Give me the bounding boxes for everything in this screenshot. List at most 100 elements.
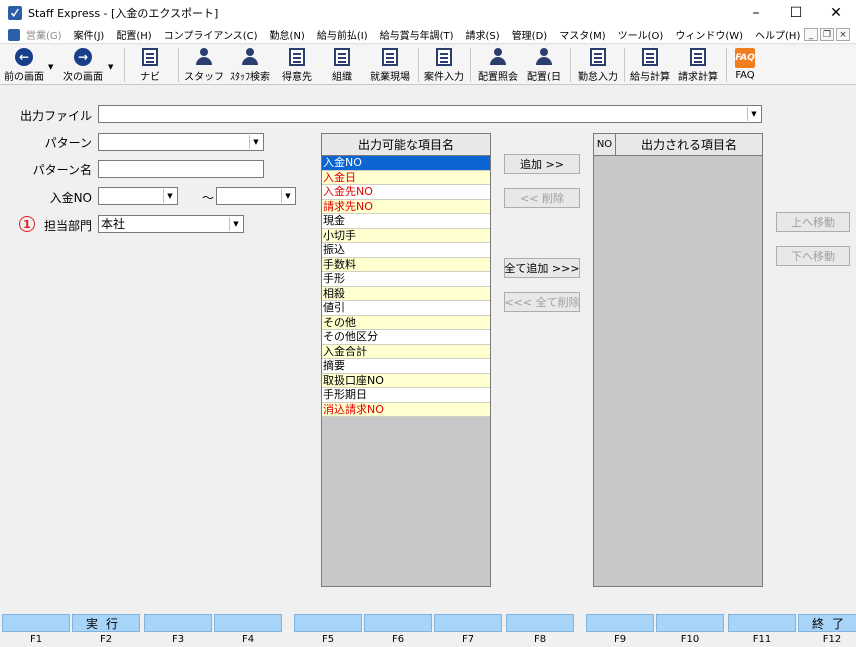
back-button[interactable]: ← 前の画面 [4, 47, 44, 83]
list-item[interactable]: 振込 [322, 243, 490, 258]
title-bar: Staff Express - [入金のエクスポート] – ☐ ✕ [0, 0, 856, 26]
deposit-no-to-combo[interactable]: ▼ [216, 187, 296, 205]
function-key-f5-button[interactable] [294, 614, 362, 632]
menu-item[interactable]: ヘルプ(H) [755, 27, 800, 42]
menu-item[interactable]: 給与前払(I) [317, 27, 368, 42]
list-item[interactable]: 入金先NO [322, 185, 490, 200]
output-items-list[interactable]: NO 出力される項目名 [593, 133, 763, 587]
list-item[interactable]: 小切手 [322, 228, 490, 243]
list-item[interactable]: 入金合計 [322, 344, 490, 359]
output-file-combo[interactable]: ▼ [98, 105, 762, 123]
function-key-label: F3 [171, 634, 185, 645]
chevron-down-icon[interactable]: ▼ [747, 107, 760, 121]
menu-item[interactable]: 勤怠(N) [270, 27, 305, 42]
move-down-button[interactable]: 下へ移動 [776, 246, 850, 266]
menu-item[interactable]: 請求(S) [466, 27, 500, 42]
list-item[interactable]: 消込請求NO [322, 402, 490, 417]
pattern-combo[interactable]: ▼ [98, 133, 264, 151]
client-button[interactable]: 得意先 [280, 47, 314, 83]
chevron-down-icon[interactable]: ▼ [163, 189, 176, 203]
list-item[interactable]: 現金 [322, 214, 490, 229]
menu-item[interactable]: 給与賞与年調(T) [380, 27, 454, 42]
menu-item[interactable]: コンプライアンス(C) [164, 27, 258, 42]
available-items-list[interactable]: 出力可能な項目名 入金NO 入金日 入金先NO 請求先NO 現金 小切手 振込 手数料 手形 相殺… [321, 133, 491, 587]
list-item[interactable]: その他 [322, 315, 490, 330]
menu-item[interactable]: ツール(O) [618, 27, 664, 42]
function-key-bar: F1 実行 F2 F3 F4 F5 F6 F7 F8 F9 F10 F11 終了 F12 [0, 614, 856, 647]
mdi-minimize-button[interactable]: _ [804, 28, 818, 41]
menu-item[interactable]: ウィンドウ(W) [675, 27, 743, 42]
close-button[interactable]: ✕ [816, 0, 856, 26]
function-key-f8-button[interactable] [506, 614, 574, 632]
staff-search-button[interactable]: ｽﾀｯﾌ検索 [228, 47, 272, 83]
function-key-f2-button[interactable]: 実行 [72, 614, 140, 632]
function-key-f6-button[interactable] [364, 614, 432, 632]
function-key-f7-button[interactable] [434, 614, 502, 632]
list-item[interactable]: 入金日 [322, 170, 490, 185]
case-input-button[interactable]: 案件入力 [422, 47, 466, 83]
minimize-button[interactable]: – [736, 0, 776, 26]
add-all-button[interactable]: 全て追加 >>> [504, 258, 580, 278]
function-key-f12-button[interactable]: 終了 [798, 614, 856, 632]
function-key-f11-button[interactable] [728, 614, 796, 632]
menu-item[interactable]: 配置(H) [116, 27, 151, 42]
salary-calc-button[interactable]: 給与計算 [628, 47, 672, 83]
deposit-no-from-combo[interactable]: ▼ [98, 187, 178, 205]
menu-item[interactable]: 案件(J) [74, 27, 105, 42]
faq-button[interactable]: FAQ FAQ [732, 47, 758, 83]
function-key-f10-button[interactable] [656, 614, 724, 632]
staff-icon [195, 48, 213, 66]
function-key-f4-button[interactable] [214, 614, 282, 632]
list-item[interactable]: 手形 [322, 272, 490, 287]
list-item[interactable]: 相殺 [322, 286, 490, 301]
list-item[interactable]: 手形期日 [322, 388, 490, 403]
list-item[interactable]: 手数料 [322, 257, 490, 272]
chevron-down-icon[interactable]: ▼ [281, 189, 294, 203]
mdi-close-button[interactable]: × [836, 28, 850, 41]
list-item[interactable]: その他区分 [322, 330, 490, 345]
department-combo[interactable]: 本社 ▼ [98, 215, 244, 233]
attendance-input-button[interactable]: 勤怠入力 [576, 47, 620, 83]
function-key-label: F1 [29, 634, 43, 645]
staff-button[interactable]: スタッフ [184, 47, 224, 83]
placement-inquiry-button[interactable]: 配置照会 [476, 47, 520, 83]
function-key-label: F11 [752, 634, 772, 645]
case-input-icon [436, 48, 452, 66]
list-item[interactable]: 取扱口座NO [322, 373, 490, 388]
list-item[interactable]: 請求先NO [322, 199, 490, 214]
output-name-header: 出力される項目名 [640, 138, 737, 152]
chevron-down-icon[interactable]: ▼ [229, 217, 242, 231]
function-key-f3-button[interactable] [144, 614, 212, 632]
forward-button[interactable]: → 次の画面 [62, 47, 104, 83]
remove-all-button[interactable]: <<< 全て削除 [504, 292, 580, 312]
list-item[interactable]: 摘要 [322, 359, 490, 374]
billing-calc-button[interactable]: 請求計算 [676, 47, 720, 83]
document-icon [8, 28, 20, 41]
function-key-label: F7 [461, 634, 475, 645]
navi-button[interactable]: ナビ [136, 47, 164, 83]
mdi-restore-button[interactable]: ❐ [820, 28, 834, 41]
worksite-button[interactable]: 就業現場 [368, 47, 412, 83]
org-button[interactable]: 組織 [330, 47, 354, 83]
output-no-header: NO [594, 134, 616, 155]
maximize-button[interactable]: ☐ [776, 0, 816, 26]
forward-dropdown-icon[interactable]: ▼ [108, 63, 113, 71]
function-key-f1-button[interactable] [2, 614, 70, 632]
list-item[interactable]: 値引 [322, 301, 490, 316]
function-key-label: F10 [680, 634, 700, 645]
function-key-f9-button[interactable] [586, 614, 654, 632]
window-title: Staff Express - [入金のエクスポート] [28, 7, 219, 20]
app-icon [8, 6, 22, 20]
back-dropdown-icon[interactable]: ▼ [48, 63, 53, 71]
list-item[interactable]: 入金NO [322, 156, 490, 171]
function-key-label: F9 [613, 634, 627, 645]
menu-item[interactable]: 営業(G) [26, 27, 62, 42]
placement-day-button[interactable]: 配置(日 [526, 47, 562, 83]
chevron-down-icon[interactable]: ▼ [249, 135, 262, 149]
menu-item[interactable]: 管理(D) [512, 27, 548, 42]
menu-item[interactable]: マスタ(M) [559, 27, 605, 42]
remove-button[interactable]: << 削除 [504, 188, 580, 208]
move-up-button[interactable]: 上へ移動 [776, 212, 850, 232]
pattern-name-input[interactable] [98, 160, 264, 178]
add-button[interactable]: 追加 >> [504, 154, 580, 174]
